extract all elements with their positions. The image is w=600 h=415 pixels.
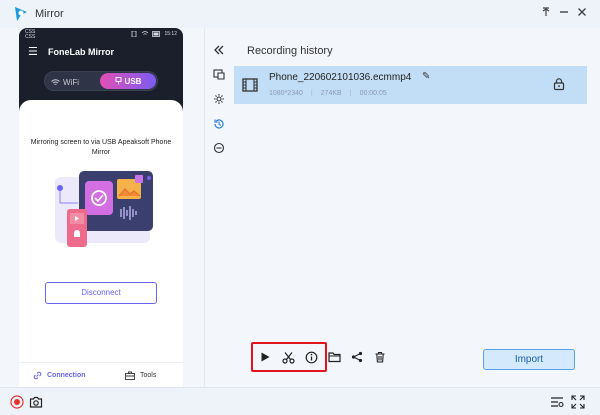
link-icon (33, 371, 42, 380)
info-icon[interactable] (303, 349, 319, 365)
tools-label: Tools (140, 372, 157, 379)
share-icon[interactable] (349, 349, 365, 365)
close-icon[interactable] (574, 6, 590, 22)
delete-icon[interactable] (372, 349, 388, 365)
wifi-label: WiFi (63, 77, 79, 87)
pin-icon[interactable] (538, 6, 554, 22)
collapse-icon[interactable] (211, 42, 227, 58)
connection-label: Connection (47, 372, 86, 379)
recording-duration: 00:00:05 (359, 90, 387, 97)
side-toolbar (204, 28, 232, 387)
main-panel: Recording history Phone_220602101036.ecm… (232, 28, 600, 387)
phone-bottom-tabs: Connection Tools (19, 362, 183, 387)
video-file-icon (242, 78, 258, 92)
tab-wifi[interactable]: WiFi (51, 76, 97, 88)
mirroring-illustration (55, 171, 153, 247)
status-carrier: CSS CSS (25, 29, 36, 40)
rename-pencil-icon[interactable]: ✎ (422, 71, 430, 82)
phone-content-card: Mirroring screen to via USB Apeaksoft Ph… (19, 100, 183, 387)
toolbox-icon (125, 371, 135, 380)
wifi-status-icon (142, 31, 149, 35)
bottom-bar (0, 387, 600, 415)
wifi-icon (51, 78, 60, 85)
history-icon[interactable] (211, 116, 227, 132)
connection-mode-toggle: WiFi USB (44, 71, 158, 91)
recording-history-title: Recording history (247, 45, 333, 57)
phone-status-bar: CSS CSS 15:12 (19, 28, 183, 40)
cut-icon[interactable] (280, 349, 296, 365)
meta-separator: | (310, 90, 313, 97)
minimize-icon[interactable] (556, 6, 572, 22)
window-title: Mirror (35, 8, 64, 20)
recording-file-name: Phone_220602101036.ecmmp4 (269, 72, 412, 83)
lock-icon[interactable] (552, 77, 566, 91)
usb-label: USB (124, 76, 142, 86)
camera-icon[interactable] (29, 395, 43, 409)
play-icon[interactable] (257, 349, 273, 365)
app-logo-icon (15, 7, 27, 21)
vibrate-icon (132, 31, 137, 37)
mirroring-message: Mirroring screen to via USB Apeaksoft Ph… (30, 139, 172, 156)
fullscreen-icon[interactable] (571, 395, 585, 409)
tab-connection[interactable]: Connection (33, 371, 86, 380)
meta-separator: | (349, 90, 352, 97)
recording-resolution: 1080*2340 (269, 90, 303, 97)
more-icon[interactable] (211, 140, 227, 156)
screen-settings-icon[interactable] (550, 395, 564, 409)
import-button[interactable]: Import (483, 349, 575, 370)
phone-screen: CSS CSS 15:12 ☰ FoneLab Mirror WiFi USB M… (19, 28, 183, 387)
title-bar: Mirror (0, 0, 600, 28)
tab-usb[interactable]: USB (100, 73, 156, 89)
disconnect-button[interactable]: Disconnect (45, 282, 157, 304)
recording-row[interactable]: Phone_220602101036.ecmmp4 ✎ 1080*2340 | … (234, 66, 587, 104)
phone-app-title: FoneLab Mirror (48, 47, 115, 57)
tab-tools[interactable]: Tools (125, 371, 156, 380)
battery-icon (152, 31, 161, 37)
folder-icon[interactable] (326, 349, 342, 365)
usb-icon (115, 77, 121, 85)
screen-record-icon[interactable] (211, 66, 227, 82)
status-time: 15:12 (164, 31, 177, 37)
settings-icon[interactable] (211, 91, 227, 107)
record-icon[interactable] (10, 395, 24, 409)
recording-size: 274KB (320, 90, 342, 97)
hamburger-menu-icon[interactable]: ☰ (28, 45, 38, 58)
